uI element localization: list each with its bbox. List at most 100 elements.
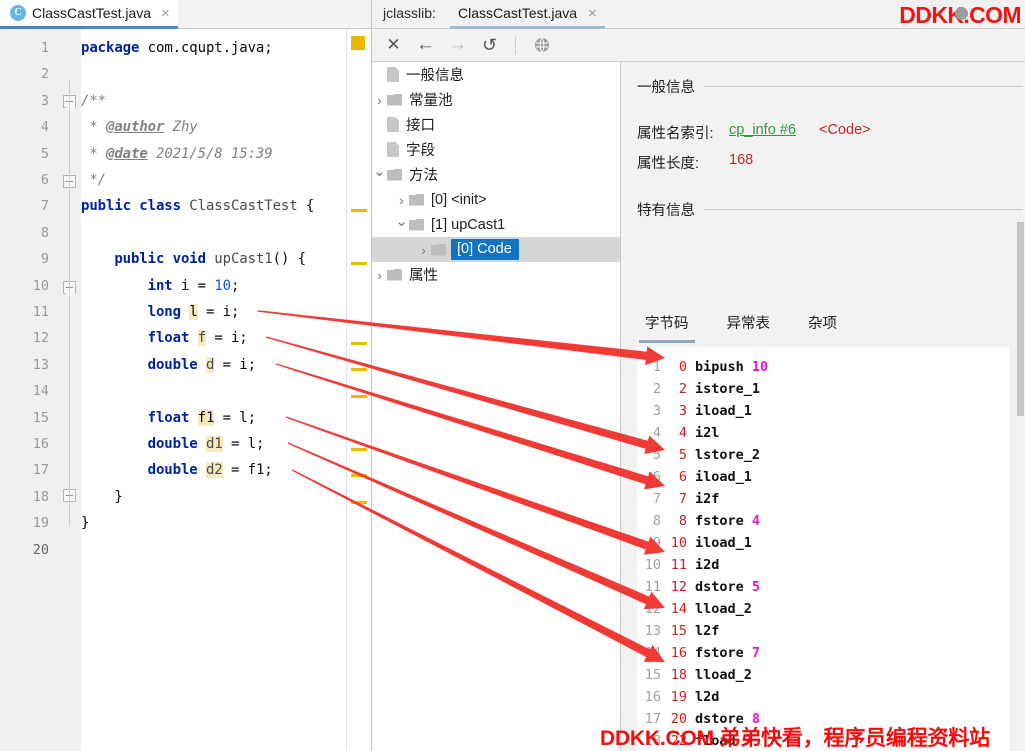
code-line: float f = i; bbox=[147, 330, 248, 347]
tree-item-label: 接口 bbox=[406, 118, 435, 134]
jclasslib-toolbar: ✕ ← → ↺ bbox=[372, 29, 1025, 62]
tree-item-1[interactable]: › 常量池 bbox=[372, 87, 620, 112]
close-icon[interactable]: × bbox=[588, 6, 597, 21]
forward-icon[interactable]: → bbox=[448, 34, 467, 55]
chevron-right-icon[interactable]: › bbox=[372, 93, 387, 107]
bytecode-row[interactable]: 5 5 lstore_2 bbox=[637, 447, 1009, 469]
editor-tab-classcasttest[interactable]: C ClassCastTest.java × bbox=[0, 0, 178, 29]
chevron-right-icon[interactable]: › bbox=[416, 243, 431, 257]
bytecode-offset: 11 bbox=[670, 557, 687, 573]
bytecode-mnemonic: lload_2 bbox=[695, 601, 752, 617]
tree-item-3[interactable]: 字段 bbox=[372, 137, 620, 162]
bytecode-row[interactable]: 3 3 iload_1 bbox=[637, 403, 1009, 425]
bytecode-row[interactable]: 2 2 istore_1 bbox=[637, 381, 1009, 403]
bytecode-row[interactable]: 10 11 i2d bbox=[637, 557, 1009, 579]
line-number: 18 bbox=[32, 488, 49, 505]
bytecode-row[interactable]: 14 16 fstore 7 bbox=[637, 645, 1009, 667]
bytecode-row[interactable]: 7 7 i2f bbox=[637, 491, 1009, 513]
chevron-down-icon[interactable]: ⌄ bbox=[372, 164, 387, 182]
bytecode-offset: 15 bbox=[670, 623, 687, 639]
attr-name-index-label: 属性名索引: bbox=[637, 126, 714, 142]
bytecode-row[interactable]: 1 0 bipush 10 bbox=[637, 359, 1009, 381]
bytecode-row[interactable]: 16 19 l2d bbox=[637, 689, 1009, 711]
line-number: 2 bbox=[40, 66, 49, 83]
bytecode-offset: 0 bbox=[678, 359, 687, 375]
bytecode-row[interactable]: 11 12 dstore 5 bbox=[637, 579, 1009, 601]
bytecode-row[interactable]: 8 8 fstore 4 bbox=[637, 513, 1009, 535]
tree-item-7[interactable]: › [0] Code bbox=[372, 237, 620, 262]
close-icon[interactable]: × bbox=[161, 6, 170, 21]
bytecode-mnemonic: dstore 5 bbox=[695, 579, 761, 595]
close-icon[interactable]: ✕ bbox=[384, 35, 403, 55]
tree-item-5[interactable]: › [0] <init> bbox=[372, 187, 620, 212]
code-text-area[interactable]: package com.cqupt.java; /** * @author Zhy… bbox=[81, 29, 346, 751]
editor-marker-strip[interactable] bbox=[346, 29, 371, 751]
bytecode-mnemonic: lstore_2 bbox=[695, 447, 761, 463]
marker-line-16 bbox=[351, 474, 367, 477]
bytecode-listing[interactable]: 1 0 bipush 10 2 2 istore_1 3 3 iload_1 4 4 i2l 5 5 lst… bbox=[637, 347, 1009, 751]
bytecode-mnemonic: iload_1 bbox=[695, 469, 752, 485]
detail-scrollbar[interactable] bbox=[1017, 222, 1024, 416]
jclasslib-pane: jclasslib: ClassCastTest.java × DDKK.COM… bbox=[371, 0, 1025, 751]
bytecode-mnemonic: i2l bbox=[695, 425, 720, 441]
attr-length-value: 168 bbox=[729, 152, 754, 168]
bytecode-tab-1[interactable]: 异常表 bbox=[721, 310, 777, 343]
bytecode-row[interactable]: 9 10 iload_1 bbox=[637, 535, 1009, 557]
bytecode-tab-strip: 字节码 异常表 杂项 bbox=[639, 310, 843, 343]
bytecode-index: 6 bbox=[652, 469, 661, 485]
bytecode-row[interactable]: 6 6 iload_1 bbox=[637, 469, 1009, 491]
folder-icon bbox=[431, 243, 446, 256]
bytecode-index: 14 bbox=[644, 645, 661, 661]
bytecode-offset: 4 bbox=[678, 425, 687, 441]
bytecode-mnemonic: fstore 4 bbox=[695, 513, 761, 529]
code-editor-pane: C ClassCastTest.java × 1 2 3 4 5 6 7 8 9 10 11 12 13… bbox=[0, 0, 371, 751]
tree-item-label: 方法 bbox=[409, 168, 438, 184]
editor-tab-bar: C ClassCastTest.java × bbox=[0, 0, 371, 29]
line-number: 16 bbox=[32, 436, 49, 452]
code-line: */ bbox=[81, 172, 106, 188]
section-rule bbox=[704, 209, 1023, 210]
chevron-down-icon[interactable]: ⌄ bbox=[394, 214, 409, 232]
code-line: float f1 = l; bbox=[147, 409, 256, 426]
bytecode-mnemonic: l2f bbox=[695, 623, 720, 639]
tree-item-0[interactable]: 一般信息 bbox=[372, 62, 620, 87]
chevron-right-icon[interactable]: › bbox=[394, 193, 409, 207]
chevron-right-icon[interactable]: › bbox=[372, 268, 387, 282]
tree-item-6[interactable]: ⌄ [1] upCast1 bbox=[372, 212, 620, 237]
general-info-section-header: 一般信息 bbox=[637, 76, 1023, 97]
attr-length-label: 属性长度: bbox=[637, 156, 700, 172]
tree-item-8[interactable]: › 属性 bbox=[372, 262, 620, 287]
fold-marker-method[interactable] bbox=[63, 281, 76, 294]
line-number: 14 bbox=[32, 383, 49, 400]
tree-item-4[interactable]: ⌄ 方法 bbox=[372, 162, 620, 187]
back-icon[interactable]: ← bbox=[416, 34, 435, 55]
folder-icon bbox=[387, 168, 402, 181]
fold-marker-method-end[interactable] bbox=[63, 489, 76, 502]
fold-marker-comment-end[interactable] bbox=[63, 175, 76, 188]
marker-line-12 bbox=[351, 368, 367, 371]
tree-item-label: 属性 bbox=[409, 268, 438, 284]
attr-name-index-link[interactable]: cp_info #6 bbox=[729, 122, 796, 138]
class-structure-tree[interactable]: 一般信息 › 常量池接口字段 ⌄ 方法 › [0] <init> ⌄ [1] upCast1 ›[… bbox=[372, 62, 620, 751]
fold-marker-comment[interactable] bbox=[63, 95, 76, 108]
browse-icon[interactable] bbox=[532, 36, 551, 55]
tree-item-2[interactable]: 接口 bbox=[372, 112, 620, 137]
bytecode-tab-0[interactable]: 字节码 bbox=[639, 310, 695, 343]
bytecode-row[interactable]: 4 4 i2l bbox=[637, 425, 1009, 447]
bytecode-row[interactable]: 13 15 l2f bbox=[637, 623, 1009, 645]
line-number: 3 bbox=[40, 92, 49, 109]
bytecode-row[interactable]: 15 18 lload_2 bbox=[637, 667, 1009, 689]
bytecode-tab-2[interactable]: 杂项 bbox=[802, 310, 843, 343]
reload-icon[interactable]: ↺ bbox=[480, 35, 499, 55]
document-icon bbox=[387, 117, 399, 132]
bytecode-mnemonic: i2d bbox=[695, 557, 720, 573]
folder-icon bbox=[387, 268, 402, 281]
bytecode-index: 16 bbox=[644, 689, 661, 705]
code-line: public void upCast1() { bbox=[114, 251, 306, 268]
bytecode-index: 9 bbox=[652, 535, 661, 551]
line-number: 19 bbox=[32, 515, 49, 532]
bytecode-mnemonic: fstore 7 bbox=[695, 645, 761, 661]
bytecode-row[interactable]: 12 14 lload_2 bbox=[637, 601, 1009, 623]
bottom-watermark: DDKK.COM 弟弟快看，程序员编程资料站 bbox=[600, 727, 990, 750]
jclasslib-file-tab[interactable]: ClassCastTest.java × bbox=[450, 0, 605, 29]
